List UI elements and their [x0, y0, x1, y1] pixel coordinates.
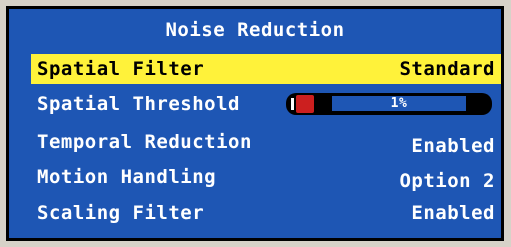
menu-title: Noise Reduction [165, 19, 345, 41]
row-value: Enabled [411, 135, 495, 157]
row-label: Motion Handling [37, 166, 217, 188]
noise-reduction-menu: Noise Reduction Spatial Filter Standard … [6, 6, 504, 241]
menu-row-scaling-filter[interactable]: Scaling Filter Enabled [31, 198, 501, 228]
menu-row-motion-handling[interactable]: Motion Handling Option 2 [31, 162, 501, 192]
slider-thumb[interactable] [291, 95, 314, 113]
menu-row-spatial-filter[interactable]: Spatial Filter Standard [31, 54, 501, 84]
row-value: Option 2 [399, 170, 495, 192]
row-label: Spatial Filter [37, 58, 205, 80]
row-value: Standard [399, 58, 495, 80]
spatial-threshold-slider[interactable]: 1% [286, 93, 492, 115]
slider-value: 1% [390, 96, 408, 111]
row-label: Scaling Filter [37, 202, 205, 224]
row-value: Enabled [411, 202, 495, 224]
row-label: Spatial Threshold [37, 93, 240, 115]
menu-row-spatial-threshold[interactable]: Spatial Threshold 1% [31, 89, 501, 119]
menu-row-temporal-reduction[interactable]: Temporal Reduction Enabled [31, 127, 501, 157]
row-label: Temporal Reduction [37, 131, 252, 153]
slider-track: 1% [332, 96, 466, 111]
